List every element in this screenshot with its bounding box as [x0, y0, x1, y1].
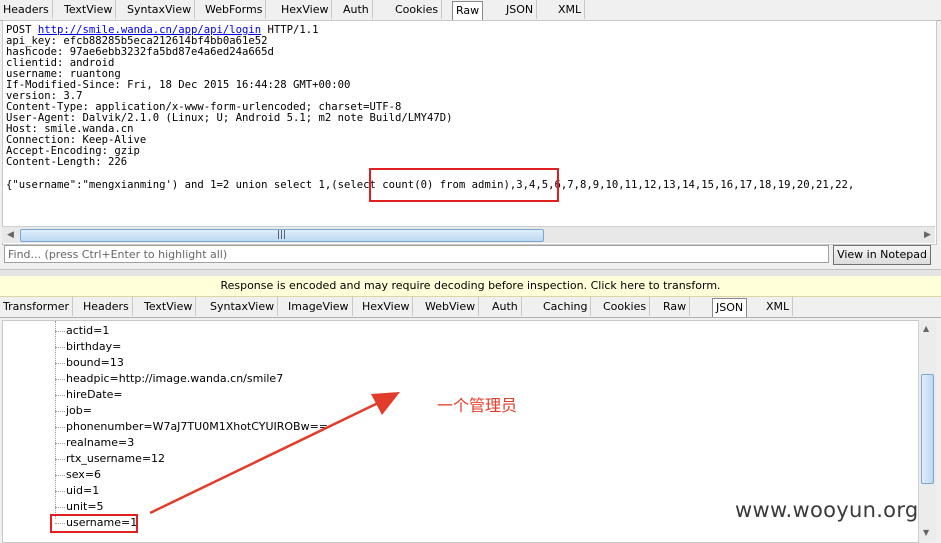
- pane-splitter[interactable]: [0, 269, 941, 276]
- tree-branch-icon: [55, 506, 65, 508]
- raw-request-text: POST http://smile.wanda.cn/app/api/login…: [6, 25, 452, 168]
- raw-request-panel[interactable]: POST http://smile.wanda.cn/app/api/login…: [2, 20, 937, 245]
- find-input[interactable]: Find... (press Ctrl+Enter to highlight a…: [4, 245, 829, 263]
- view-in-notepad-button[interactable]: View in Notepad: [833, 245, 931, 265]
- response-tab-auth[interactable]: Auth: [489, 297, 522, 316]
- request-tab-json[interactable]: JSON: [503, 0, 538, 19]
- grip-icon: |||: [277, 230, 287, 240]
- request-tab-xml[interactable]: XML: [555, 0, 586, 19]
- tree-branch-icon: [55, 522, 65, 524]
- json-tree-node[interactable]: bound=13: [55, 355, 124, 371]
- json-node-text: actid=1: [66, 324, 110, 337]
- json-node-text: job=: [66, 404, 92, 417]
- response-tab-caching[interactable]: Caching: [540, 297, 592, 316]
- request-tab-cookies[interactable]: Cookies: [392, 0, 443, 19]
- json-tree-node[interactable]: sex=6: [55, 467, 101, 483]
- json-tree-node[interactable]: username=1: [55, 515, 137, 531]
- request-protocol: HTTP/1.1: [267, 24, 319, 36]
- response-tab-hexview[interactable]: HexView: [359, 297, 414, 316]
- tree-branch-icon: [55, 378, 65, 380]
- scroll-right-icon[interactable]: ▶: [924, 230, 931, 240]
- json-node-text: bound=13: [66, 356, 124, 369]
- horizontal-scrollbar[interactable]: ◀ ||| ▶: [2, 226, 935, 243]
- tree-branch-icon: [55, 410, 65, 412]
- request-header-line: Content-Length: 226: [6, 156, 128, 168]
- request-tab-auth[interactable]: Auth: [340, 0, 373, 19]
- json-tree-node[interactable]: realname=3: [55, 435, 134, 451]
- request-tab-headers[interactable]: Headers: [0, 0, 53, 19]
- tree-branch-icon: [55, 458, 65, 460]
- request-tab-hexview[interactable]: HexView: [278, 0, 333, 19]
- request-tab-webforms[interactable]: WebForms: [202, 0, 267, 19]
- scroll-left-icon[interactable]: ◀: [7, 230, 14, 240]
- response-tab-cookies[interactable]: Cookies: [600, 297, 651, 316]
- json-node-text: sex=6: [66, 468, 102, 481]
- tree-branch-icon: [55, 346, 65, 348]
- json-node-text: unit=5: [66, 500, 104, 513]
- json-tree-node[interactable]: hireDate=: [55, 387, 123, 403]
- encoded-response-banner[interactable]: Response is encoded and may require deco…: [0, 276, 941, 297]
- json-node-text: hireDate=: [66, 388, 123, 401]
- tree-branch-icon: [55, 442, 65, 444]
- response-tab-bar: Transformer Headers TextView SyntaxView Imag…: [0, 297, 941, 318]
- response-tab-imageview[interactable]: ImageView: [285, 297, 353, 316]
- json-tree-node[interactable]: actid=1: [55, 323, 109, 339]
- response-tab-raw[interactable]: Raw: [660, 297, 691, 316]
- response-tab-webview[interactable]: WebView: [422, 297, 480, 316]
- json-node-text: username=1: [66, 516, 138, 529]
- response-tab-syntaxview[interactable]: SyntaxView: [207, 297, 279, 316]
- json-tree-node[interactable]: unit=5: [55, 499, 104, 515]
- json-tree-node[interactable]: birthday=: [55, 339, 121, 355]
- scroll-up-icon[interactable]: ▲: [923, 324, 929, 333]
- json-node-text: uid=1: [66, 484, 100, 497]
- response-tab-headers[interactable]: Headers: [80, 297, 133, 316]
- json-node-text: birthday=: [66, 340, 122, 353]
- scroll-down-icon[interactable]: ▼: [923, 528, 929, 537]
- tree-branch-icon: [55, 362, 65, 364]
- json-tree-node[interactable]: uid=1: [55, 483, 99, 499]
- tree-branch-icon: [55, 330, 65, 332]
- request-tab-syntaxview[interactable]: SyntaxView: [124, 0, 196, 19]
- tree-branch-icon: [55, 426, 65, 428]
- tree-branch-icon: [55, 490, 65, 492]
- horizontal-scroll-thumb[interactable]: |||: [20, 229, 544, 242]
- wooyun-watermark: www.wooyun.org: [735, 498, 919, 522]
- json-tree-node[interactable]: job=: [55, 403, 92, 419]
- request-tab-textview[interactable]: TextView: [61, 0, 117, 19]
- json-tree-node[interactable]: headpic=http://image.wanda.cn/smile7: [55, 371, 283, 387]
- json-node-text: realname=3: [66, 436, 135, 449]
- tree-branch-icon: [55, 474, 65, 476]
- admin-annotation-label: 一个管理员: [437, 396, 518, 415]
- json-tree-node[interactable]: rtx_username=12: [55, 451, 165, 467]
- request-body: {"username":"mengxianming') and 1=2 unio…: [6, 179, 855, 191]
- json-node-text: headpic=http://image.wanda.cn/smile7: [66, 372, 284, 385]
- response-tab-xml[interactable]: XML: [763, 297, 794, 316]
- json-tree-node[interactable]: phonenumber=W7aJ7TU0M1XhotCYUIROBw==: [55, 419, 328, 435]
- json-node-text: rtx_username=12: [66, 452, 166, 465]
- request-tab-raw[interactable]: Raw: [452, 1, 484, 20]
- response-tab-textview[interactable]: TextView: [141, 297, 197, 316]
- vertical-scroll-thumb[interactable]: [921, 374, 934, 484]
- json-node-text: phonenumber=W7aJ7TU0M1XhotCYUIROBw==: [66, 420, 329, 433]
- request-tab-bar: Headers TextView SyntaxView WebForms HexView…: [0, 0, 941, 21]
- response-tab-transformer[interactable]: Transformer: [0, 297, 74, 316]
- tree-branch-icon: [55, 394, 65, 396]
- vertical-scrollbar[interactable]: ▲ ▼: [918, 320, 936, 541]
- response-tab-json[interactable]: JSON: [712, 298, 748, 317]
